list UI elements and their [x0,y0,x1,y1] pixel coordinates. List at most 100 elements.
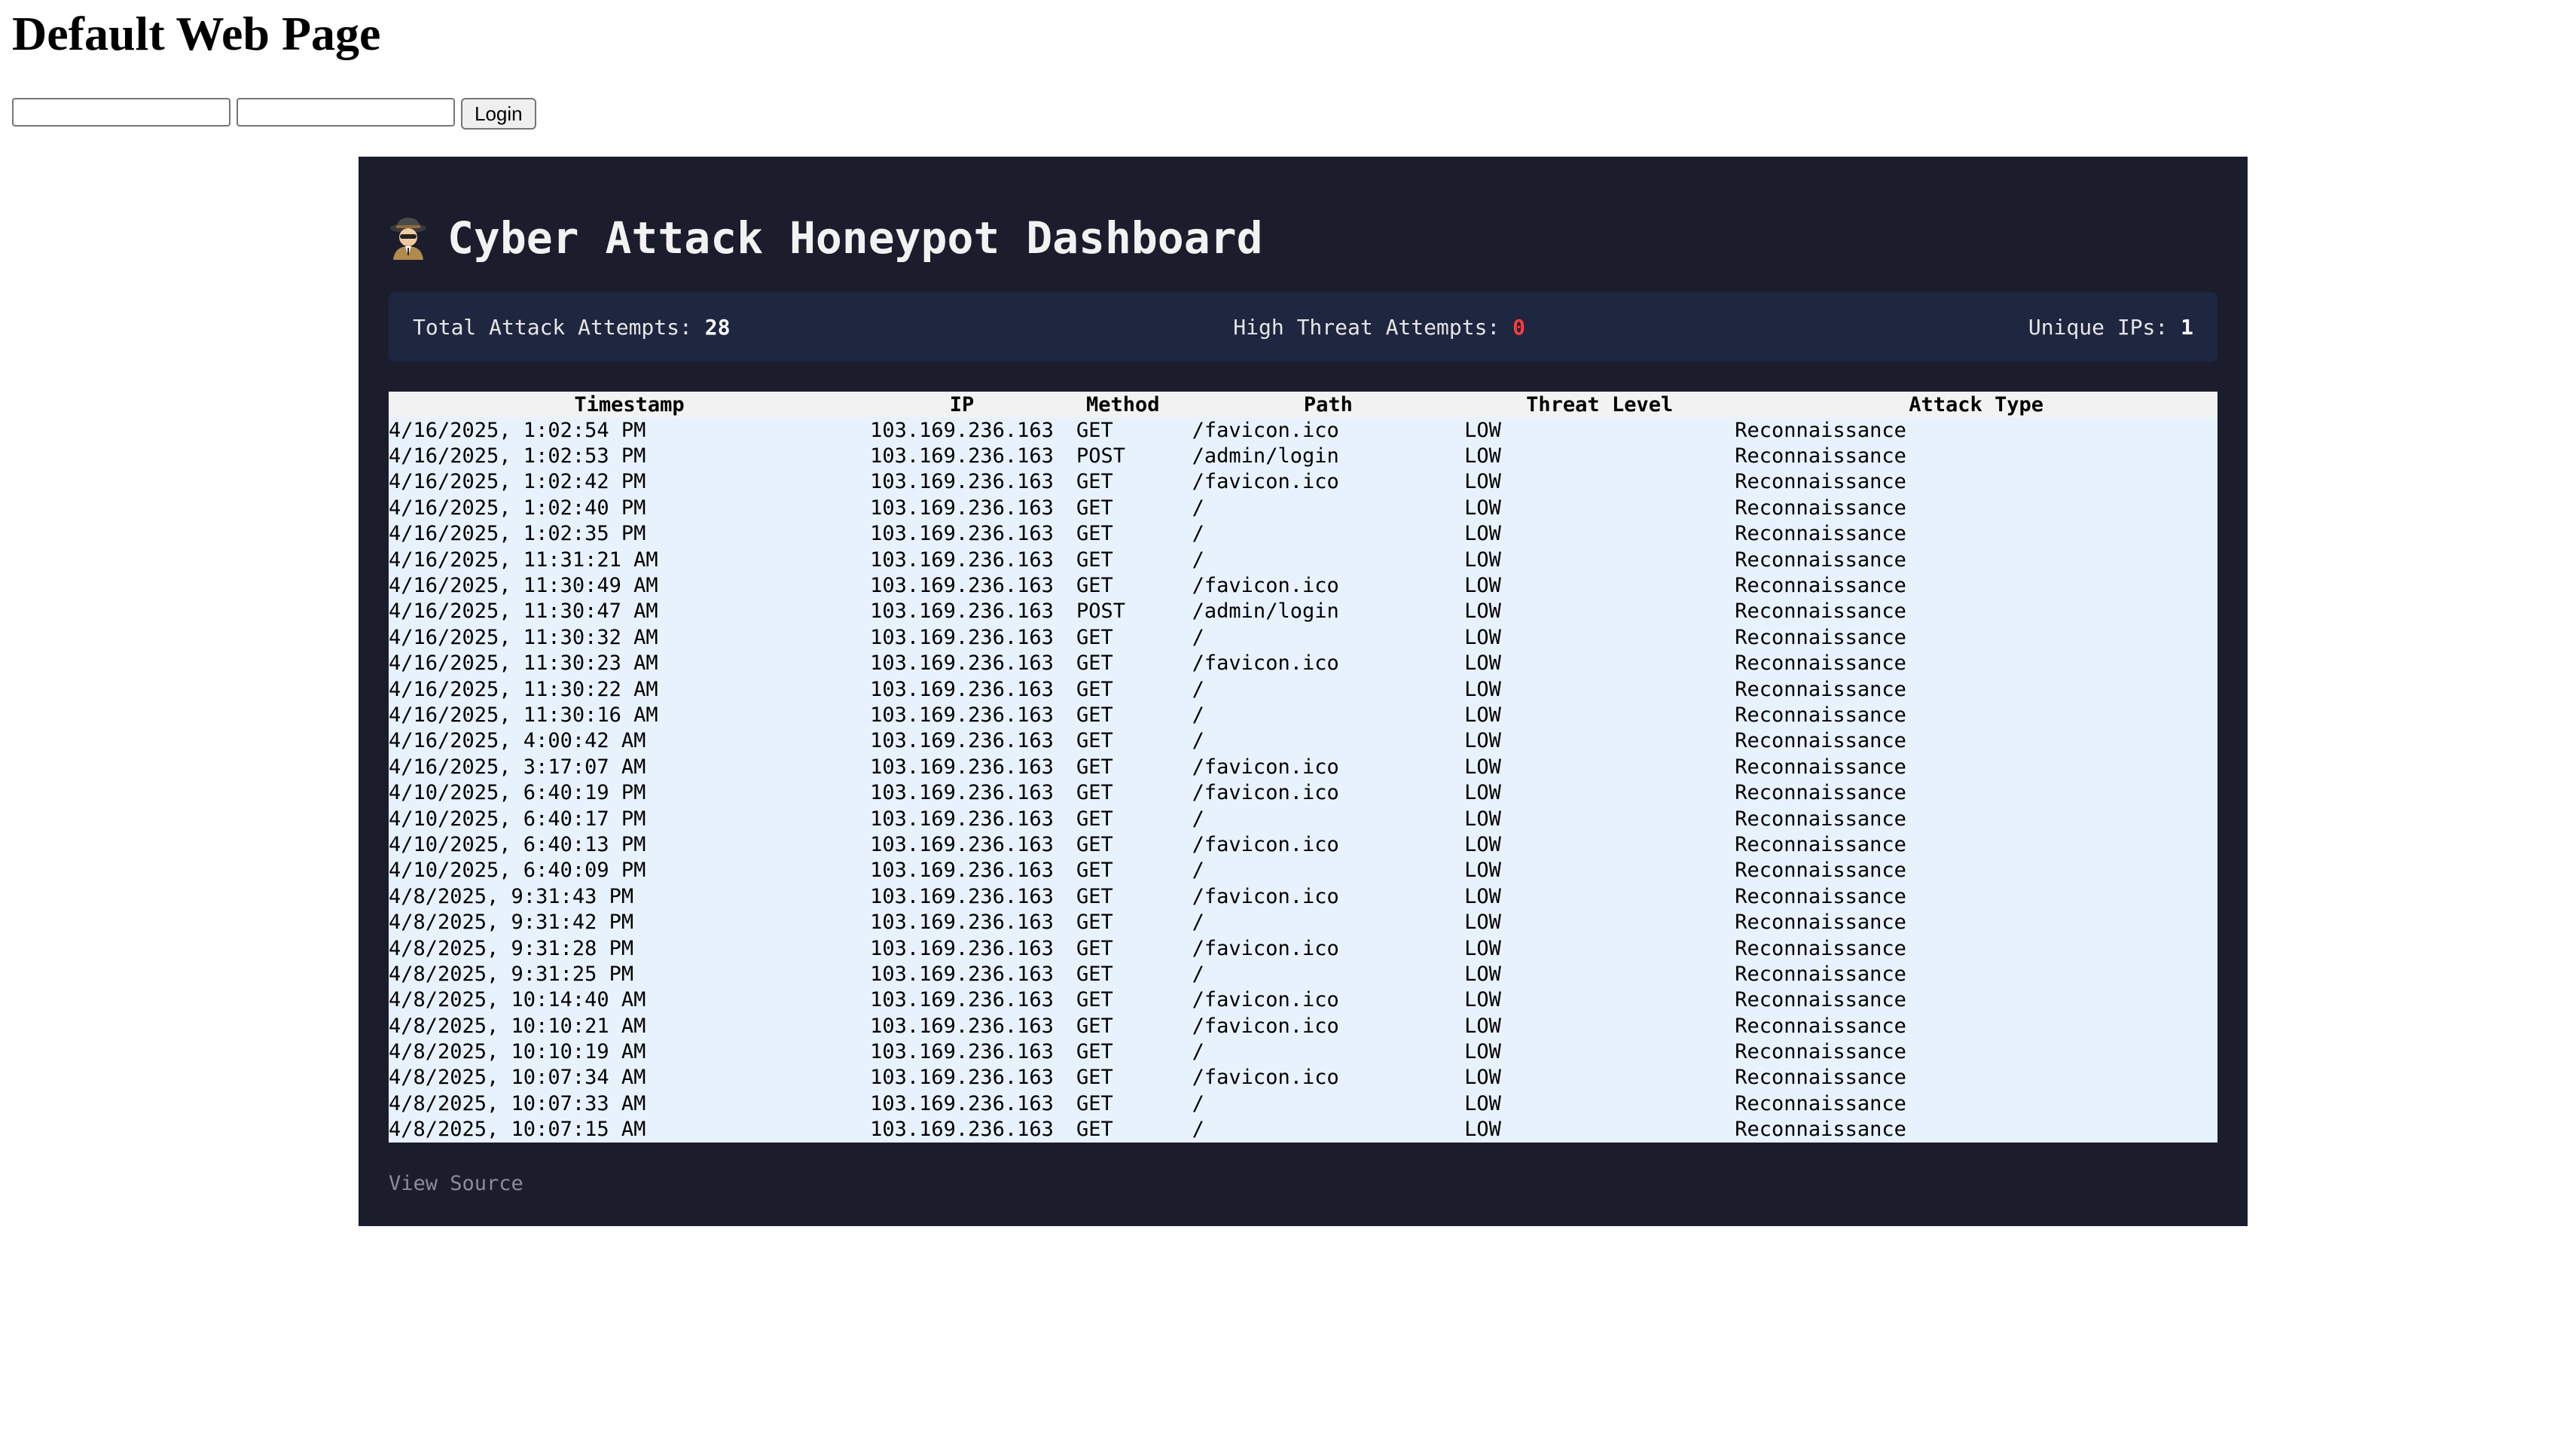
cell-attack-type: Reconnaissance [1735,728,2217,755]
cell-threat-level: LOW [1464,650,1735,676]
password-input[interactable] [237,98,455,127]
cell-path: /favicon.ico [1192,935,1465,962]
cell-path: / [1192,857,1465,884]
cell-method: GET [1053,417,1192,444]
cell-timestamp: 4/16/2025, 1:02:42 PM [389,468,871,496]
cell-method: GET [1053,650,1192,676]
cell-method: GET [1053,702,1192,728]
cell-threat-level: LOW [1464,417,1735,444]
cell-attack-type: Reconnaissance [1735,883,2217,910]
cell-method: GET [1053,1064,1192,1091]
cell-attack-type: Reconnaissance [1735,468,2217,496]
cell-attack-type: Reconnaissance [1735,495,2217,521]
cell-path: / [1192,546,1465,573]
cell-threat-level: LOW [1464,468,1735,496]
cell-attack-type: Reconnaissance [1735,1064,2217,1091]
cell-ip: 103.169.236.163 [870,1012,1054,1039]
cell-ip: 103.169.236.163 [870,702,1054,728]
column-header-path: Path [1192,392,1465,417]
cell-ip: 103.169.236.163 [870,1064,1054,1091]
cell-ip: 103.169.236.163 [870,495,1054,521]
cell-ip: 103.169.236.163 [870,417,1054,444]
cell-threat-level: LOW [1464,546,1735,573]
cell-path: / [1192,1039,1465,1065]
cell-attack-type: Reconnaissance [1735,805,2217,832]
cell-method: GET [1053,1091,1192,1117]
cell-timestamp: 4/16/2025, 11:30:16 AM [389,702,871,728]
cell-threat-level: LOW [1464,520,1735,547]
table-row: 4/10/2025, 6:40:13 PM 103.169.236.163 GET /… [389,831,2217,858]
cell-method: POST [1053,598,1192,625]
cell-path: /favicon.ico [1192,572,1465,599]
cell-timestamp: 4/8/2025, 10:07:15 AM [389,1116,871,1143]
cell-method: GET [1053,883,1192,910]
cell-threat-level: LOW [1464,935,1735,962]
cell-timestamp: 4/16/2025, 11:31:21 AM [389,546,871,573]
cell-attack-type: Reconnaissance [1735,909,2217,935]
cell-attack-type: Reconnaissance [1735,546,2217,573]
cell-timestamp: 4/16/2025, 1:02:35 PM [389,520,871,547]
cell-method: GET [1053,909,1192,935]
cell-method: POST [1053,443,1192,469]
cell-threat-level: LOW [1464,987,1735,1013]
cell-method: GET [1053,546,1192,573]
cell-method: GET [1053,987,1192,1013]
cell-ip: 103.169.236.163 [870,443,1054,469]
cell-threat-level: LOW [1464,624,1735,651]
cell-method: GET [1053,780,1192,806]
login-button[interactable]: Login [461,98,536,130]
stat-high-threat-label: High Threat Attempts: [1233,314,1500,340]
cell-method: GET [1053,495,1192,521]
cell-threat-level: LOW [1464,805,1735,832]
cell-attack-type: Reconnaissance [1735,1039,2217,1065]
cell-method: GET [1053,857,1192,884]
stat-total: Total Attack Attempts: 28 [413,315,730,340]
cell-path: /favicon.ico [1192,883,1465,910]
username-input[interactable] [12,98,230,127]
cell-timestamp: 4/8/2025, 10:07:33 AM [389,1091,871,1117]
cell-timestamp: 4/16/2025, 1:02:54 PM [389,417,871,444]
table-row: 4/16/2025, 11:30:23 AM 103.169.236.163 GET… [389,650,2217,676]
cell-threat-level: LOW [1464,1064,1735,1091]
cell-threat-level: LOW [1464,754,1735,780]
cell-timestamp: 4/8/2025, 10:10:19 AM [389,1039,871,1065]
column-header-ip: IP [870,392,1054,417]
cell-method: GET [1053,1116,1192,1143]
cell-method: GET [1053,728,1192,755]
view-source-link[interactable]: View Source [389,1172,523,1195]
cell-threat-level: LOW [1464,909,1735,935]
cell-path: /favicon.ico [1192,987,1465,1013]
cell-ip: 103.169.236.163 [870,909,1054,935]
cell-path: /favicon.ico [1192,1064,1465,1091]
cell-threat-level: LOW [1464,443,1735,469]
table-row: 4/8/2025, 10:10:19 AM 103.169.236.163 GET /… [389,1039,2217,1065]
cell-attack-type: Reconnaissance [1735,857,2217,884]
cell-method: GET [1053,1039,1192,1065]
cell-attack-type: Reconnaissance [1735,780,2217,806]
cell-attack-type: Reconnaissance [1735,1116,2217,1143]
table-row: 4/16/2025, 1:02:42 PM 103.169.236.163 GET /… [389,468,2217,496]
cell-threat-level: LOW [1464,572,1735,599]
table-row: 4/16/2025, 1:02:54 PM 103.169.236.163 GET /… [389,417,2217,444]
honeypot-dashboard: Cyber Attack Honeypot Dashboard Total At… [359,157,2248,1226]
table-row: 4/8/2025, 10:14:40 AM 103.169.236.163 GET /… [389,987,2217,1013]
cell-ip: 103.169.236.163 [870,780,1054,806]
cell-path: /favicon.ico [1192,1012,1465,1039]
column-header-timestamp: Timestamp [389,392,871,417]
cell-path: / [1192,1116,1465,1143]
cell-timestamp: 4/8/2025, 10:14:40 AM [389,987,871,1013]
cell-path: / [1192,961,1465,987]
cell-threat-level: LOW [1464,702,1735,728]
cell-timestamp: 4/8/2025, 9:31:42 PM [389,909,871,935]
cell-timestamp: 4/8/2025, 9:31:28 PM [389,935,871,962]
stats-bar: Total Attack Attempts: 28 High Threat At… [389,292,2217,362]
cell-ip: 103.169.236.163 [870,624,1054,651]
cell-ip: 103.169.236.163 [870,961,1054,987]
stat-unique-ips-label: Unique IPs: [2028,314,2169,340]
cell-threat-level: LOW [1464,598,1735,625]
cell-path: /admin/login [1192,443,1465,469]
cell-ip: 103.169.236.163 [870,468,1054,496]
table-row: 4/16/2025, 11:30:47 AM 103.169.236.163 POS… [389,598,2217,625]
cell-ip: 103.169.236.163 [870,520,1054,547]
page-heading: Default Web Page [12,7,381,60]
